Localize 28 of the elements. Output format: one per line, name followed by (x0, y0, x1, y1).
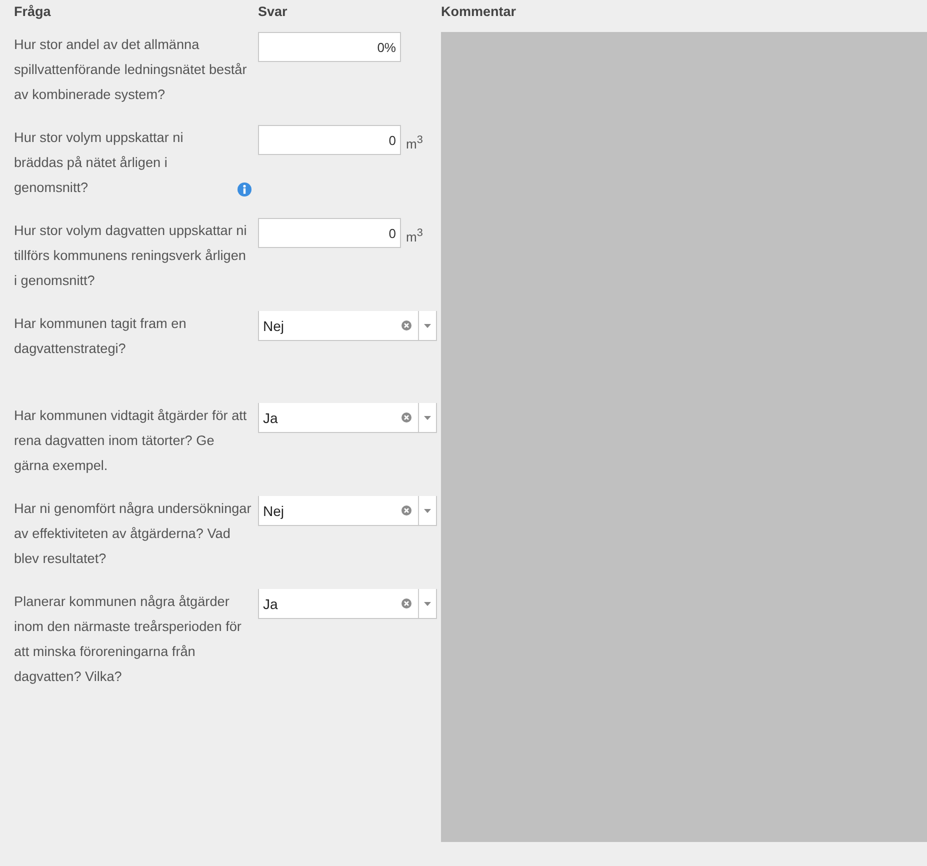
caret-icon[interactable] (424, 508, 431, 512)
question-text: Hur stor volym dagvatten uppskattar ni tillförs kommunens reningsverk årligen i genomsnitt? (14, 222, 248, 290)
dropdown[interactable]: Ja (258, 589, 437, 619)
question-text: Hur stor volym uppskattar ni bräddas på nätet årligen i genomsnitt? (14, 129, 184, 197)
number-field[interactable]: 0 (258, 125, 401, 155)
number-field[interactable]: 0 (258, 218, 401, 248)
column-header: Kommentar (441, 4, 516, 21)
caret-icon[interactable] (424, 602, 431, 606)
dropdown[interactable]: Nej (258, 496, 437, 526)
dropdown[interactable]: Ja (258, 403, 437, 433)
question-text: Planerar kommunen några åtgärder inom den närmaste treårsperioden för att minska föroreningarna från dagvatten? Vilka? (14, 593, 242, 686)
unit-label: m$^{3}$ (406, 226, 423, 246)
caret-icon[interactable] (424, 324, 431, 328)
column-header: Fråga (14, 4, 52, 21)
question-text: Har kommunen vidtagit åtgärder för att rena dagvatten inom tätorter? Ge gärna exempel. (14, 407, 248, 475)
question-text: Hur stor andel av det allmänna spillvattenförande ledningsnätet består av kombinerade system? (14, 36, 248, 104)
column-header: Svar (258, 4, 288, 21)
question-text: Har ni genomfört några undersökningar av effektiviteten av åtgärderna? Vad blev resultatet? (14, 500, 252, 568)
number-field[interactable]: 0% (258, 32, 401, 62)
clear-icon[interactable] (401, 505, 412, 516)
clear-icon[interactable] (401, 320, 412, 331)
question-text: Har kommunen tagit fram en dagvattenstrategi? (14, 315, 188, 358)
clear-icon[interactable] (401, 598, 412, 609)
caret-icon[interactable] (424, 416, 431, 420)
unit-label: m$^{3}$ (406, 133, 423, 154)
info-icon[interactable] (237, 182, 252, 197)
clear-icon[interactable] (401, 412, 412, 423)
dropdown[interactable]: Nej (258, 311, 437, 341)
